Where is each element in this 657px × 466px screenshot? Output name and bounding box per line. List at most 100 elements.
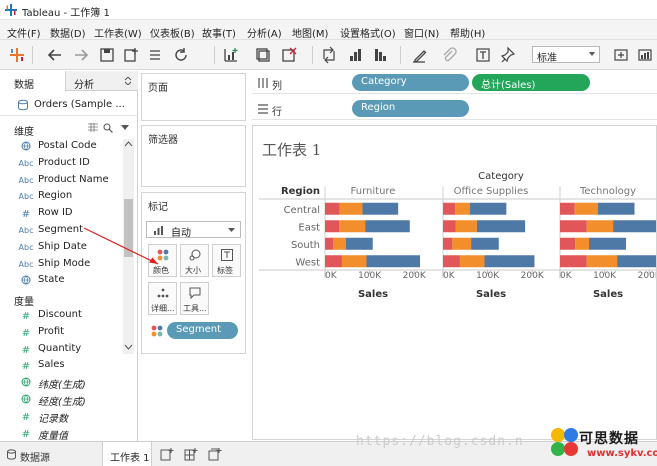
pin-axes-icon[interactable] <box>500 46 518 64</box>
field-name: 纬度(生成) <box>38 380 86 392</box>
field-name: Profit <box>38 325 65 337</box>
measure-field[interactable]: # Discount <box>0 307 124 323</box>
measure-field[interactable]: # Profit <box>0 324 124 340</box>
x-tick-label: 0K <box>325 271 338 281</box>
new-datasource-icon[interactable] <box>122 46 140 64</box>
dimension-field[interactable]: Abc Product ID <box>0 155 124 171</box>
new-story-icon[interactable] <box>208 448 222 461</box>
view-mode-icon[interactable] <box>88 123 98 133</box>
dimension-field[interactable]: # Row ID <box>0 205 124 221</box>
tab-analysis[interactable]: 分析 <box>66 71 138 91</box>
fit-size-icon[interactable] <box>612 46 630 64</box>
group-clip-icon[interactable] <box>440 46 458 64</box>
scroll-up-icon[interactable] <box>124 141 133 147</box>
datasource-item[interactable]: Orders (Sample ... <box>0 92 138 116</box>
measure-field[interactable]: 纬度(生成) <box>0 374 124 392</box>
number-type-icon: # <box>21 411 31 423</box>
bar-segment <box>574 202 598 215</box>
filters-shelf[interactable]: 筛选器 <box>141 125 246 187</box>
back-arrow-icon[interactable] <box>46 46 64 64</box>
tableau-home-icon[interactable] <box>8 46 26 64</box>
bar-segment <box>443 255 460 268</box>
label-button[interactable]: 标签 <box>212 244 241 277</box>
columns-icon <box>258 78 268 88</box>
menu-map[interactable]: 地图(M) <box>292 25 328 40</box>
forward-arrow-icon[interactable] <box>72 46 90 64</box>
fit-dropdown-value: 标准 <box>537 53 557 64</box>
search-icon[interactable] <box>103 123 113 133</box>
bar-segment <box>365 220 410 233</box>
segment-color-pill[interactable]: Segment <box>167 322 238 339</box>
measure-field[interactable]: # 记录数 <box>0 408 124 425</box>
menu-story[interactable]: 故事(T) <box>202 25 236 40</box>
bar-segment <box>560 237 576 250</box>
region-row-pill[interactable]: Region <box>352 100 469 117</box>
bar-segment <box>617 255 656 268</box>
fit-dropdown[interactable]: 标准 <box>532 46 600 64</box>
tooltip-button[interactable]: 工具... <box>180 282 209 315</box>
dimension-field[interactable]: State <box>0 272 124 288</box>
stacked-bar-chart: Category Region Furniture 0K 100K 200K Sales Of… <box>259 171 657 300</box>
number-type-icon: # <box>21 361 31 373</box>
watermark-url: https://blog.csdn.n <box>356 434 524 449</box>
menu-analysis[interactable]: 分析(A) <box>247 25 282 40</box>
refresh-icon[interactable] <box>172 46 190 64</box>
bar-segment <box>325 202 340 215</box>
field-name: Sales <box>38 359 65 371</box>
measure-field[interactable]: # Quantity <box>0 341 124 357</box>
dimension-field[interactable]: Abc Product Name <box>0 172 124 188</box>
clear-sheet-icon[interactable] <box>280 46 298 64</box>
marks-label: 标记 <box>148 202 168 213</box>
new-worksheet-icon[interactable] <box>222 46 240 64</box>
dimension-field[interactable]: Abc Region <box>0 188 124 204</box>
chevron-down-icon[interactable] <box>121 125 129 131</box>
field-name: Region <box>38 190 73 202</box>
category-column-pill[interactable]: Category <box>352 74 469 91</box>
tab-data[interactable]: 数据 <box>0 71 66 91</box>
measure-field[interactable]: 经度(生成) <box>0 391 124 408</box>
columns-shelf[interactable]: 列 Category 总计(Sales) <box>252 72 657 94</box>
bar-segment <box>345 237 373 250</box>
menu-help[interactable]: 帮助(H) <box>450 25 485 40</box>
label-button-label: 标签 <box>217 266 233 275</box>
menu-data[interactable]: 数据(D) <box>50 25 86 40</box>
sheet-tab-1[interactable]: 工作表 1 <box>102 442 152 466</box>
field-name: 经度(生成) <box>38 397 86 408</box>
worksheet-canvas[interactable]: 工作表 1 Category Region Furniture 0K 100K 200K S… <box>252 125 657 440</box>
datasource-tab[interactable]: 数据源 <box>20 449 50 464</box>
toolbar: 标准 <box>0 40 657 70</box>
bar-segment <box>339 220 366 233</box>
new-dashboard-icon[interactable] <box>184 448 198 461</box>
field-name: Quantity <box>38 342 82 354</box>
highlight-pen-icon[interactable] <box>410 46 428 64</box>
x-tick-label: 200K <box>638 271 657 281</box>
menu-bar: 文件(F) 数据(D) 工作表(W) 仪表板(B) 故事(T) 分析(A) 地图… <box>0 20 657 40</box>
menu-worksheet[interactable]: 工作表(W) <box>94 25 142 40</box>
menu-file[interactable]: 文件(F) <box>7 25 41 40</box>
field-name: Segment <box>38 224 83 235</box>
measure-field[interactable]: # Sales <box>0 357 124 373</box>
pages-shelf[interactable]: 页面 <box>141 73 246 121</box>
scroll-down-icon[interactable] <box>124 344 133 350</box>
duplicate-sheet-icon[interactable] <box>254 46 272 64</box>
detail-button[interactable]: 详细... <box>148 282 177 315</box>
size-icon <box>189 249 201 261</box>
menu-dashboard[interactable]: 仪表板(B) <box>150 25 195 40</box>
sort-descending-icon[interactable] <box>372 46 390 64</box>
pause-updates-icon[interactable] <box>146 46 164 64</box>
sort-ascending-icon[interactable] <box>346 46 364 64</box>
size-button[interactable]: 大小 <box>180 244 209 277</box>
save-icon[interactable] <box>98 46 116 64</box>
menu-format[interactable]: 设置格式(O) <box>340 25 396 40</box>
new-worksheet-icon[interactable] <box>160 448 174 461</box>
rows-shelf[interactable]: 行 Region <box>252 98 657 120</box>
show-me-icon[interactable] <box>636 46 654 64</box>
dimension-field[interactable]: Postal Code <box>0 138 124 154</box>
measure-field[interactable]: # 度量值 <box>0 425 124 442</box>
x-tick-label: 200K <box>403 271 427 281</box>
menu-window[interactable]: 窗口(N) <box>404 25 439 40</box>
show-labels-icon[interactable] <box>474 46 492 64</box>
swap-rows-columns-icon[interactable] <box>320 46 338 64</box>
sum-sales-column-pill[interactable]: 总计(Sales) <box>472 74 590 91</box>
abc-type-icon: Abc <box>18 158 34 168</box>
